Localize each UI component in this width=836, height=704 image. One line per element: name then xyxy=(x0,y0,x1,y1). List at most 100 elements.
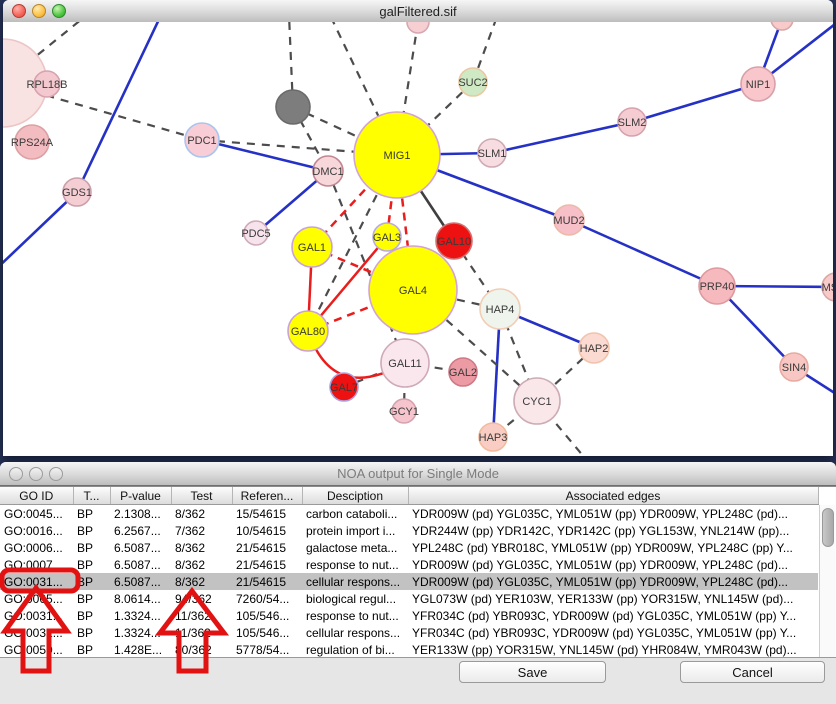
table-cell[interactable]: GO:0065... xyxy=(0,590,73,607)
table-cell[interactable]: BP xyxy=(73,641,110,658)
close-button[interactable] xyxy=(12,4,26,18)
zoom-button[interactable] xyxy=(52,4,66,18)
noa-results-table[interactable]: GO IDT...P-valueTestReferen...Desciption… xyxy=(0,487,819,658)
edge-GDS1-aLeft[interactable] xyxy=(3,192,77,272)
table-cell[interactable]: 80/362 xyxy=(171,641,232,658)
table-cell[interactable]: BP xyxy=(73,607,110,624)
table-cell[interactable]: YDR009W (pd) YGL035C, YML051W (pp) YDR00… xyxy=(408,505,818,523)
vertical-scrollbar[interactable] xyxy=(819,505,835,657)
table-cell[interactable]: response to nut... xyxy=(302,607,408,624)
table-cell[interactable]: 1.3324... xyxy=(110,607,171,624)
table-cell[interactable]: 8/362 xyxy=(171,539,232,556)
table-cell[interactable]: biological regul... xyxy=(302,590,408,607)
table-cell[interactable]: YFR034C (pd) YBR093C, YDR009W (pd) YGL03… xyxy=(408,607,818,624)
table-row[interactable]: GO:0031...BP1.3324...11/362105/546...cel… xyxy=(0,624,818,641)
table-cell[interactable]: BP xyxy=(73,624,110,641)
edge-SLM2-NIP1[interactable] xyxy=(632,84,758,122)
table-cell[interactable]: BP xyxy=(73,556,110,573)
table-cell[interactable]: GO:0016... xyxy=(0,522,73,539)
table-row[interactable]: GO:0050...BP1.428E...80/3625778/54...reg… xyxy=(0,641,818,658)
table-row[interactable]: GO:0065...BP8.0614...94/3627260/54...bio… xyxy=(0,590,818,607)
table-cell[interactable]: YPL248C (pd) YBR018C, YML051W (pp) YDR00… xyxy=(408,539,818,556)
table-cell[interactable]: 7260/54... xyxy=(232,590,302,607)
table-cell[interactable]: BP xyxy=(73,539,110,556)
edge-SLM1-SLM2[interactable] xyxy=(492,122,632,153)
table-cell[interactable]: GO:0045... xyxy=(0,505,73,523)
table-cell[interactable]: BP xyxy=(73,590,110,607)
column-header-associated-edges[interactable]: Associated edges xyxy=(408,487,818,505)
table-cell[interactable]: 21/54615 xyxy=(232,539,302,556)
table-row[interactable]: GO:0006...BP6.5087...8/36221/54615galact… xyxy=(0,539,818,556)
table-row[interactable]: GO:0031...BP1.3324...11/362105/546...res… xyxy=(0,607,818,624)
table-cell[interactable]: 8/362 xyxy=(171,573,232,590)
table-cell[interactable]: YFR034C (pd) YBR093C, YDR009W (pd) YGL03… xyxy=(408,624,818,641)
scrollbar-thumb[interactable] xyxy=(822,508,834,547)
cancel-button[interactable]: Cancel xyxy=(680,661,825,683)
table-cell[interactable]: YDR009W (pd) YGL035C, YML051W (pp) YDR00… xyxy=(408,573,818,590)
table-cell[interactable]: carbon cataboli... xyxy=(302,505,408,523)
table-cell[interactable]: 6.5087... xyxy=(110,573,171,590)
table-cell[interactable]: 21/54615 xyxy=(232,556,302,573)
table-cell[interactable]: 105/546... xyxy=(232,624,302,641)
node-graynode[interactable] xyxy=(276,90,310,124)
table-row[interactable]: GO:0016...BP6.2567...7/36210/54615protei… xyxy=(0,522,818,539)
table-cell[interactable]: 8/362 xyxy=(171,556,232,573)
table-cell[interactable]: 11/362 xyxy=(171,624,232,641)
table-row[interactable]: GO:0045...BP2.1308...8/36215/54615carbon… xyxy=(0,505,818,523)
table-cell[interactable]: regulation of bi... xyxy=(302,641,408,658)
table-cell[interactable]: 94/362 xyxy=(171,590,232,607)
table-cell[interactable]: 1.3324... xyxy=(110,624,171,641)
minimize-button-inactive[interactable] xyxy=(29,467,43,481)
table-cell[interactable]: 5778/54... xyxy=(232,641,302,658)
table-cell[interactable]: 105/546... xyxy=(232,607,302,624)
table-cell[interactable]: BP xyxy=(73,505,110,523)
edge-aTL-GDS1[interactable] xyxy=(77,22,172,192)
table-cell[interactable]: GO:0031... xyxy=(0,573,73,590)
table-cell[interactable]: 6.5087... xyxy=(110,539,171,556)
column-header-p-value[interactable]: P-value xyxy=(110,487,171,505)
column-header-test[interactable]: Test xyxy=(171,487,232,505)
table-cell[interactable]: 2.1308... xyxy=(110,505,171,523)
table-cell[interactable]: response to nut... xyxy=(302,556,408,573)
table-cell[interactable]: 11/362 xyxy=(171,607,232,624)
table-cell[interactable]: YER133W (pp) YOR315W, YNL145W (pd) YHR08… xyxy=(408,641,818,658)
table-cell[interactable]: 7/362 xyxy=(171,522,232,539)
table-cell[interactable]: BP xyxy=(73,573,110,590)
node-topclip2[interactable] xyxy=(771,22,793,30)
edge-MUD2-PRP40[interactable] xyxy=(569,220,717,286)
table-cell[interactable]: 21/54615 xyxy=(232,573,302,590)
noa-titlebar[interactable]: NOA output for Single Mode xyxy=(0,462,836,486)
table-cell[interactable]: 10/54615 xyxy=(232,522,302,539)
table-cell[interactable]: 1.428E... xyxy=(110,641,171,658)
column-header-desciption[interactable]: Desciption xyxy=(302,487,408,505)
table-cell[interactable]: protein import i... xyxy=(302,522,408,539)
close-button-inactive[interactable] xyxy=(9,467,23,481)
table-cell[interactable]: YDR009W (pd) YGL035C, YML051W (pp) YDR00… xyxy=(408,556,818,573)
network-titlebar[interactable]: galFiltered.sif xyxy=(3,0,833,23)
table-cell[interactable]: GO:0031... xyxy=(0,607,73,624)
table-cell[interactable]: 15/54615 xyxy=(232,505,302,523)
table-cell[interactable]: cellular respons... xyxy=(302,573,408,590)
network-canvas[interactable]: RPL18BRPS24AGDS1PDC1DMC1MIG1SUC2SLM1SLM2… xyxy=(3,22,833,456)
save-button[interactable]: Save xyxy=(459,661,606,683)
table-cell[interactable]: galactose meta... xyxy=(302,539,408,556)
table-cell[interactable]: GO:0031... xyxy=(0,624,73,641)
table-cell[interactable]: YDR244W (pp) YDR142C, YDR142C (pp) YGL15… xyxy=(408,522,818,539)
table-cell[interactable]: 8.0614... xyxy=(110,590,171,607)
table-cell[interactable]: cellular respons... xyxy=(302,624,408,641)
table-row[interactable]: GO:0007...BP6.5087...8/36221/54615respon… xyxy=(0,556,818,573)
minimize-button[interactable] xyxy=(32,4,46,18)
table-cell[interactable]: BP xyxy=(73,522,110,539)
table-cell[interactable]: 6.5087... xyxy=(110,556,171,573)
table-cell[interactable]: YGL073W (pd) YER103W, YER133W (pp) YOR31… xyxy=(408,590,818,607)
table-row[interactable]: GO:0031...BP6.5087...8/36221/54615cellul… xyxy=(0,573,818,590)
table-cell[interactable]: GO:0050... xyxy=(0,641,73,658)
column-header-referen-[interactable]: Referen... xyxy=(232,487,302,505)
table-cell[interactable]: 6.2567... xyxy=(110,522,171,539)
table-cell[interactable]: GO:0006... xyxy=(0,539,73,556)
table-cell[interactable]: 8/362 xyxy=(171,505,232,523)
zoom-button-inactive[interactable] xyxy=(49,467,63,481)
node-topclip1[interactable] xyxy=(407,22,429,33)
column-header-go-id[interactable]: GO ID xyxy=(0,487,73,505)
column-header-t-[interactable]: T... xyxy=(73,487,110,505)
